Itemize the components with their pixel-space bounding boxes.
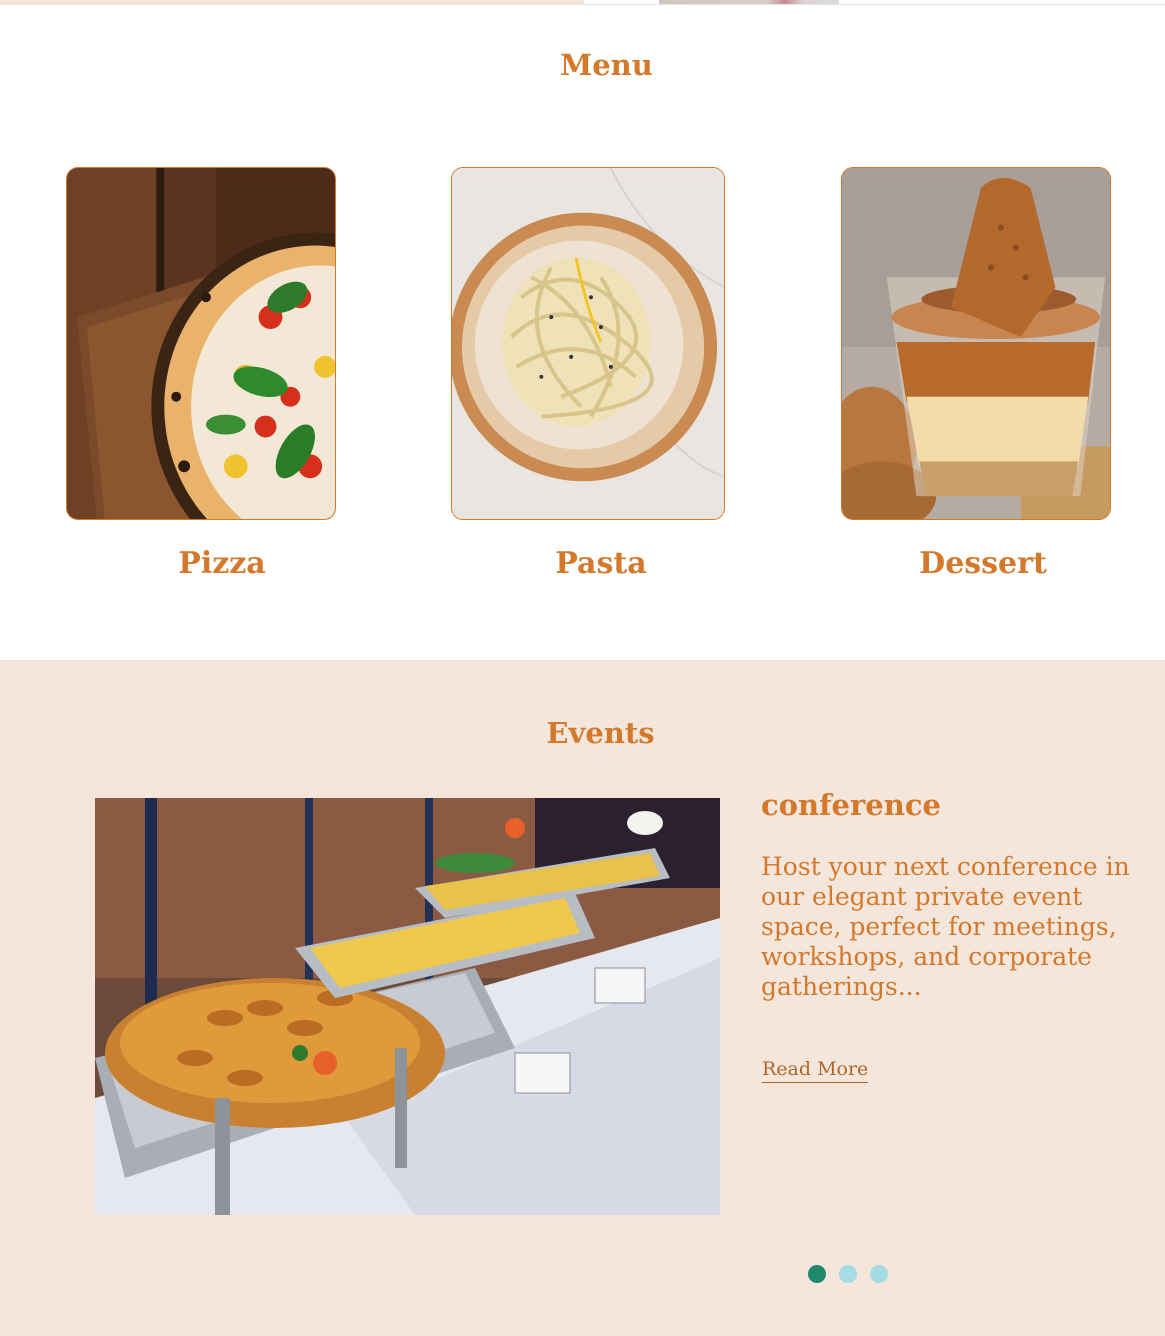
pizza-photo [67,168,335,519]
menu-label-pizza[interactable]: Pizza [72,546,372,581]
menu-label-dessert[interactable]: Dessert [833,546,1133,581]
menu-card-pizza[interactable] [66,167,336,520]
menu-heading: Menu [560,48,653,82]
buffet-photo [95,798,720,1215]
previous-section-edge [0,0,584,5]
menu-label-pasta[interactable]: Pasta [451,546,751,581]
event-slide-title: conference [761,788,941,822]
pasta-photo [452,168,724,519]
carousel-dot-3[interactable] [870,1265,888,1283]
menu-card-pasta[interactable] [451,167,725,520]
previous-section-photo-edge [659,0,839,4]
read-more-link[interactable]: Read More [762,1058,869,1083]
events-heading: Events [546,716,655,750]
dessert-photo [842,168,1110,519]
carousel-pagination [808,1265,888,1283]
event-slide-description: Host your next conference in our elegant… [761,852,1130,1001]
events-section: Events conference Host your next confere… [0,660,1165,1336]
event-slide-image [95,798,720,1215]
carousel-dot-1[interactable] [808,1265,826,1283]
menu-card-dessert[interactable] [841,167,1111,520]
carousel-dot-2[interactable] [839,1265,857,1283]
